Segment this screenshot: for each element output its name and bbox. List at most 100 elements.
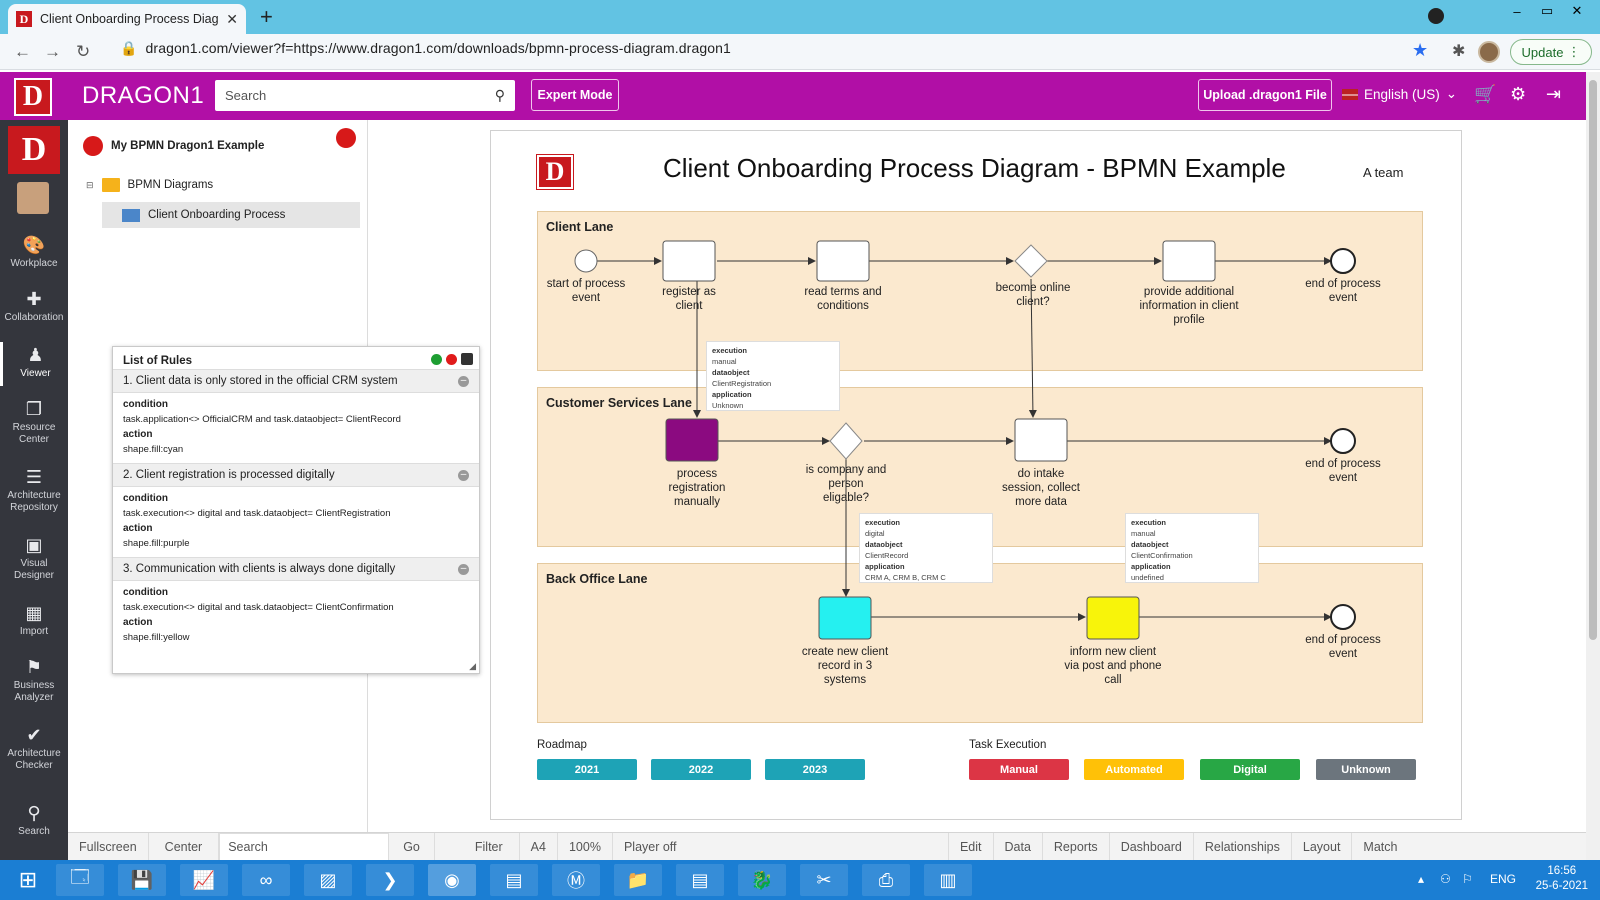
settings-icon[interactable]: ⚙: [1510, 84, 1526, 105]
rules-panel[interactable]: List of Rules 1. Client data is only sto…: [112, 346, 480, 674]
tools-app-icon[interactable]: ✂: [800, 864, 848, 896]
minimize-panel-icon[interactable]: [461, 353, 473, 365]
task-create-client-record[interactable]: [818, 596, 872, 640]
search-icon[interactable]: ⚲: [495, 87, 505, 104]
task-inform-client[interactable]: [1086, 596, 1140, 640]
rule-header[interactable]: 2. Client registration is processed digi…: [113, 463, 479, 487]
upload-file-button[interactable]: Upload .dragon1 File: [1198, 79, 1332, 111]
collapse-rule-icon[interactable]: –: [458, 375, 469, 387]
cart-icon[interactable]: 🛒: [1474, 84, 1496, 105]
logout-icon[interactable]: ⇥: [1546, 84, 1561, 105]
clock[interactable]: 16:56 25-6-2021: [1536, 864, 1588, 894]
archive-app-icon[interactable]: ▥: [924, 864, 972, 896]
zoom-level[interactable]: 100%: [558, 832, 613, 861]
toolbar-search-input[interactable]: Search: [219, 832, 390, 861]
status-dot[interactable]: [336, 128, 356, 148]
collapse-rule-icon[interactable]: –: [458, 563, 469, 575]
sidebar-item-resource-center[interactable]: ❐ Resource Center: [0, 400, 68, 446]
end-event[interactable]: [1330, 428, 1356, 454]
gateway-eligable[interactable]: [829, 422, 863, 460]
legend-automated[interactable]: Automated: [1084, 759, 1184, 780]
end-event[interactable]: [1330, 604, 1356, 630]
extensions-icon[interactable]: ✱: [1452, 41, 1465, 61]
document-app-icon[interactable]: ▤: [676, 864, 724, 896]
tab-close-icon[interactable]: ✕: [226, 11, 238, 28]
forward-icon[interactable]: →: [44, 42, 61, 62]
collapse-rule-icon[interactable]: –: [458, 469, 469, 481]
fullscreen-button[interactable]: Fullscreen: [68, 832, 149, 861]
malwarebytes-icon[interactable]: Ⓜ: [552, 864, 600, 896]
url-field[interactable]: 🔒 dragon1.com/viewer?f=https://www.dragon…: [120, 40, 731, 57]
green-status-icon[interactable]: [431, 353, 442, 365]
link-app-icon[interactable]: ∞: [242, 864, 290, 896]
roadmap-pill-2021[interactable]: 2021: [537, 759, 637, 780]
sidebar-item-visual-designer[interactable]: ▣ Visual Designer: [0, 536, 68, 582]
relationships-button[interactable]: Relationships: [1194, 832, 1292, 861]
red-status-icon[interactable]: [446, 353, 457, 365]
browser-tab[interactable]: D Client Onboarding Process Diagr ✕: [8, 4, 246, 34]
filter-button[interactable]: Filter: [435, 832, 520, 861]
profile-avatar[interactable]: [1478, 41, 1500, 63]
sidebar-item-architecture-repository[interactable]: ☰ Architecture Repository: [0, 468, 68, 514]
folder-app-icon[interactable]: 📁: [614, 864, 662, 896]
tree-root-item[interactable]: My BPMN Dragon1 Example: [83, 136, 264, 156]
chart-app-icon[interactable]: 📈: [180, 864, 228, 896]
scrollbar-thumb[interactable]: [1589, 80, 1597, 640]
tree-folder-bpmn-diagrams[interactable]: ⊟ BPMN Diagrams: [86, 178, 213, 192]
go-button[interactable]: Go: [389, 832, 435, 861]
legend-digital[interactable]: Digital: [1200, 759, 1300, 780]
language-indicator[interactable]: ENG: [1490, 872, 1516, 886]
task-process-registration-manually[interactable]: [665, 418, 719, 462]
update-button[interactable]: Update ⋮: [1510, 39, 1592, 65]
sidebar-logo[interactable]: D: [8, 126, 60, 174]
sidebar-item-import[interactable]: ▦ Import: [0, 604, 68, 638]
reload-icon[interactable]: ↻: [76, 42, 90, 62]
paper-size-select[interactable]: A4: [520, 832, 558, 861]
layout-button[interactable]: Layout: [1292, 832, 1353, 861]
language-selector[interactable]: English (US) ⌄: [1342, 86, 1457, 102]
sidebar-item-viewer[interactable]: ♟ Viewer: [0, 342, 68, 386]
tree-item-client-onboarding[interactable]: Client Onboarding Process: [102, 202, 360, 228]
save-app-icon[interactable]: 💾: [118, 864, 166, 896]
player-toggle[interactable]: Player off: [613, 832, 949, 861]
dashboard-button[interactable]: Dashboard: [1110, 832, 1194, 861]
minimize-button[interactable]: –: [1502, 0, 1532, 22]
powershell-icon[interactable]: ❯: [366, 864, 414, 896]
start-event[interactable]: [574, 249, 598, 273]
center-button[interactable]: Center: [149, 832, 220, 861]
legend-unknown[interactable]: Unknown: [1316, 759, 1416, 780]
task-intake-session[interactable]: [1014, 418, 1068, 462]
end-event[interactable]: [1330, 248, 1356, 274]
image-app-icon[interactable]: ▨: [304, 864, 352, 896]
window-app-icon[interactable]: ▤: [490, 864, 538, 896]
profile-menu-icon[interactable]: [1428, 8, 1444, 24]
roadmap-pill-2022[interactable]: 2022: [651, 759, 751, 780]
network-icon[interactable]: ⚇: [1440, 872, 1451, 886]
collapse-icon[interactable]: ⊟: [86, 180, 94, 191]
flag-tray-icon[interactable]: ⚐: [1462, 872, 1473, 886]
back-icon[interactable]: ←: [14, 42, 31, 62]
chrome-icon[interactable]: ◉: [428, 864, 476, 896]
rule-header[interactable]: 1. Client data is only stored in the off…: [113, 369, 479, 393]
bookmark-star-icon[interactable]: ★: [1412, 40, 1428, 61]
resize-handle-icon[interactable]: ◢: [469, 661, 476, 672]
page-scrollbar[interactable]: [1586, 72, 1600, 860]
task-read-terms[interactable]: [816, 240, 870, 282]
gateway-become-online-client[interactable]: [1014, 244, 1048, 278]
diagram-canvas[interactable]: D Client Onboarding Process Diagram - BP…: [490, 130, 1462, 820]
sidebar-item-workplace[interactable]: 🎨 Workplace: [0, 236, 68, 270]
roadmap-pill-2023[interactable]: 2023: [765, 759, 865, 780]
sidebar-item-collaboration[interactable]: ✚ Collaboration: [0, 290, 68, 324]
tray-chevron-icon[interactable]: ▴: [1418, 872, 1424, 886]
task-provide-additional-info[interactable]: [1162, 240, 1216, 282]
legend-manual[interactable]: Manual: [969, 759, 1069, 780]
rule-header[interactable]: 3. Communication with clients is always …: [113, 557, 479, 581]
sidebar-item-architecture-checker[interactable]: ✔ Architecture Checker: [0, 726, 68, 772]
expert-mode-button[interactable]: Expert Mode: [531, 79, 619, 111]
user-avatar[interactable]: [17, 182, 49, 214]
new-tab-button[interactable]: +: [260, 4, 273, 30]
windows-start-icon[interactable]: ⊞: [4, 864, 52, 896]
sidebar-item-business-analyzer[interactable]: ⚑ Business Analyzer: [0, 658, 68, 704]
file-explorer-icon[interactable]: 🗔: [56, 864, 104, 896]
dragon-app-icon[interactable]: 🐉: [738, 864, 786, 896]
